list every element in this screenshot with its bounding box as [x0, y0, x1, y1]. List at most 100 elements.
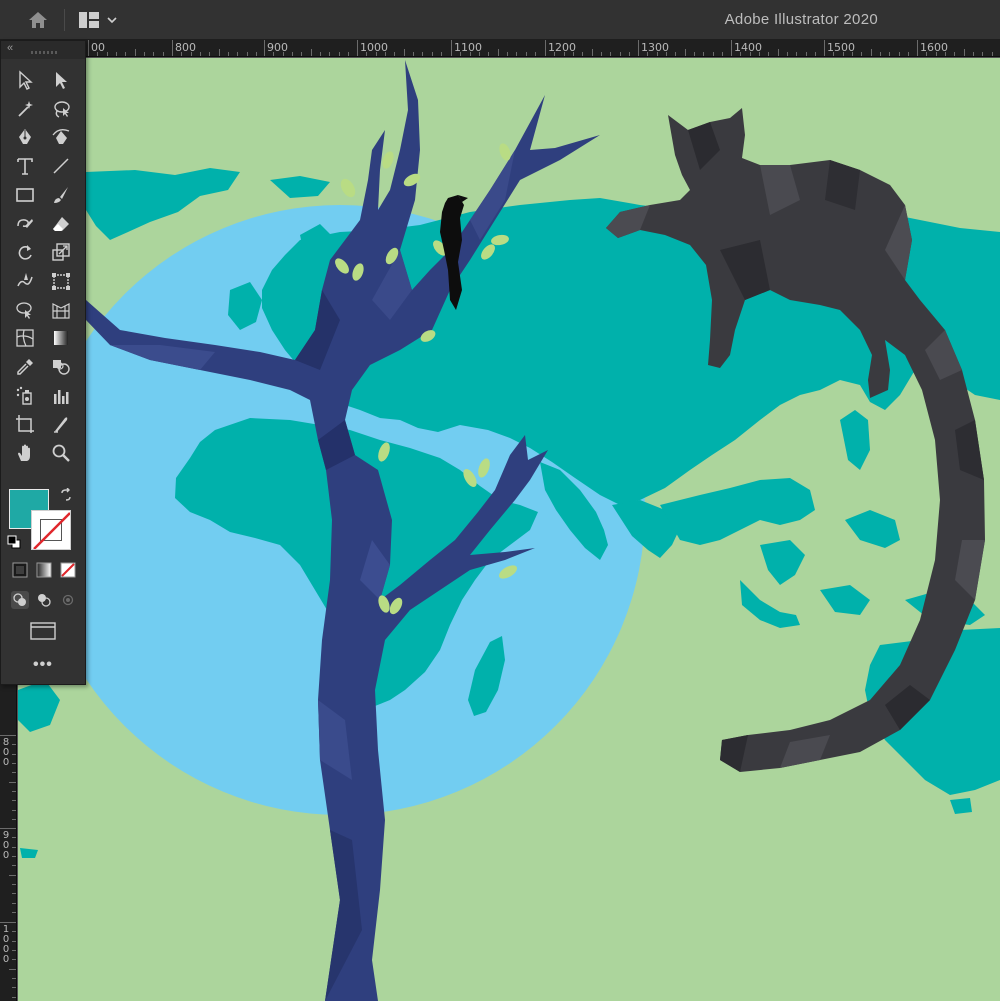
ruler-minor-tick — [12, 753, 16, 755]
swap-fill-stroke-icon[interactable] — [59, 488, 73, 502]
ruler-minor-tick — [394, 52, 396, 56]
gradient-tool-button[interactable] — [47, 325, 75, 351]
ruler-minor-tick — [431, 52, 433, 56]
ruler-label: 800 — [175, 41, 196, 54]
draw-normal-icon[interactable] — [11, 591, 29, 609]
direct-selection-tool-icon — [56, 72, 67, 89]
draw-behind-icon[interactable] — [35, 591, 53, 609]
screen-mode-icon[interactable] — [30, 621, 56, 641]
ruler-minor-tick — [954, 52, 956, 56]
ruler-minor-tick — [563, 52, 565, 56]
eraser-tool-button[interactable] — [47, 211, 75, 237]
pen-tool-button[interactable] — [11, 124, 39, 150]
ruler-minor-tick — [656, 52, 658, 56]
ruler-minor-tick — [460, 52, 462, 56]
ruler-minor-tick — [833, 52, 835, 56]
ruler-minor-tick — [9, 781, 16, 783]
selection-tool-button[interactable] — [11, 67, 39, 93]
perspective-grid-tool-button[interactable] — [47, 297, 75, 323]
artwork-illustration[interactable] — [18, 58, 1000, 1001]
paintbrush-tool-button[interactable] — [47, 182, 75, 208]
ruler-minor-tick — [256, 52, 258, 56]
ruler-minor-tick — [525, 52, 527, 56]
ruler-label: 1000 — [360, 41, 388, 54]
shape-builder-tool-button[interactable] — [11, 297, 39, 323]
application-bar: Adobe Illustrator 2020 — [0, 0, 1000, 40]
ruler-minor-tick — [666, 52, 668, 56]
ruler-minor-tick — [366, 52, 368, 56]
gradient-icon[interactable] — [35, 561, 53, 579]
ruler-minor-tick — [12, 800, 16, 802]
ruler-minor-tick — [12, 791, 16, 793]
ruler-major-tick — [545, 40, 546, 56]
none-icon[interactable] — [59, 561, 77, 579]
panel-grip[interactable] — [31, 51, 57, 54]
edit-toolbar-button[interactable]: ••• — [33, 656, 53, 674]
ruler-minor-tick — [190, 52, 192, 56]
lasso-tool-icon — [54, 100, 70, 118]
horizontal-ruler[interactable]: 00 800 900 1000 1100 1200 1300 1400 1500 1600 — [0, 40, 1000, 57]
ruler-minor-tick — [12, 744, 16, 746]
color-icon[interactable] — [11, 561, 29, 579]
hand-tool-button[interactable] — [11, 440, 39, 466]
warp-tool-button[interactable] — [11, 268, 39, 294]
ruler-minor-tick — [796, 52, 798, 56]
lasso-tool-button[interactable] — [47, 96, 75, 122]
slice-tool-button[interactable] — [47, 411, 75, 437]
blend-tool-button[interactable] — [47, 354, 75, 380]
mesh-tool-button[interactable] — [11, 325, 39, 351]
app-title: Adobe Illustrator 2020 — [724, 11, 878, 28]
ruler-minor-tick — [479, 52, 481, 56]
free-transform-tool-button[interactable] — [47, 268, 75, 294]
magic-wand-tool-button[interactable] — [11, 96, 39, 122]
hand-tool-icon — [18, 444, 30, 462]
ruler-minor-tick — [116, 52, 118, 56]
tools-panel-header[interactable]: « — [1, 41, 85, 59]
direct-selection-tool-button[interactable] — [47, 67, 75, 93]
ruler-minor-tick — [898, 52, 900, 56]
stroke-color-swatch[interactable] — [31, 510, 71, 550]
ruler-minor-tick — [935, 52, 937, 56]
artboard-tool-button[interactable] — [11, 411, 39, 437]
ruler-minor-tick — [12, 837, 16, 839]
ruler-minor-tick — [805, 52, 807, 56]
ruler-major-tick — [357, 40, 358, 56]
ruler-minor-tick — [889, 52, 891, 56]
line-segment-tool-button[interactable] — [47, 153, 75, 179]
scale-tool-button[interactable] — [47, 239, 75, 265]
none-slash-icon — [33, 512, 70, 549]
ruler-major-tick — [264, 40, 265, 56]
symbol-sprayer-tool-button[interactable] — [11, 383, 39, 409]
eyedropper-tool-button[interactable] — [11, 354, 39, 380]
ruler-minor-tick — [329, 52, 331, 56]
home-button[interactable] — [18, 0, 58, 40]
artboard-canvas[interactable] — [18, 58, 1000, 1001]
ruler-minor-tick — [273, 52, 275, 56]
ruler-minor-tick — [787, 52, 789, 56]
ruler-minor-tick — [12, 819, 16, 821]
ruler-major-tick — [0, 735, 16, 736]
default-fill-stroke-icon[interactable] — [7, 535, 21, 549]
workspace-switcher-button[interactable] — [75, 0, 121, 40]
zoom-tool-button[interactable] — [47, 440, 75, 466]
ruler-minor-tick — [12, 893, 16, 895]
ruler-minor-tick — [768, 52, 770, 56]
ruler-minor-tick — [675, 52, 677, 56]
ruler-minor-tick — [777, 49, 779, 56]
type-tool-button[interactable] — [11, 153, 39, 179]
collapse-panel-button[interactable]: « — [7, 41, 13, 55]
column-graph-tool-button[interactable] — [47, 383, 75, 409]
ruler-minor-tick — [647, 52, 649, 56]
draw-inside-icon[interactable] — [59, 591, 77, 609]
ruler-minor-tick — [12, 772, 16, 774]
line-segment-tool-icon — [53, 158, 69, 174]
slice-tool-icon — [54, 417, 68, 434]
rectangle-tool-button[interactable] — [11, 182, 39, 208]
rotate-tool-button[interactable] — [11, 239, 39, 265]
curvature-tool-button[interactable] — [47, 124, 75, 150]
ruler-major-tick — [451, 40, 452, 56]
shaper-tool-button[interactable] — [11, 211, 39, 237]
blend-tool-icon — [53, 360, 70, 375]
paintbrush-tool-icon — [54, 186, 68, 203]
ruler-minor-tick — [573, 52, 575, 56]
